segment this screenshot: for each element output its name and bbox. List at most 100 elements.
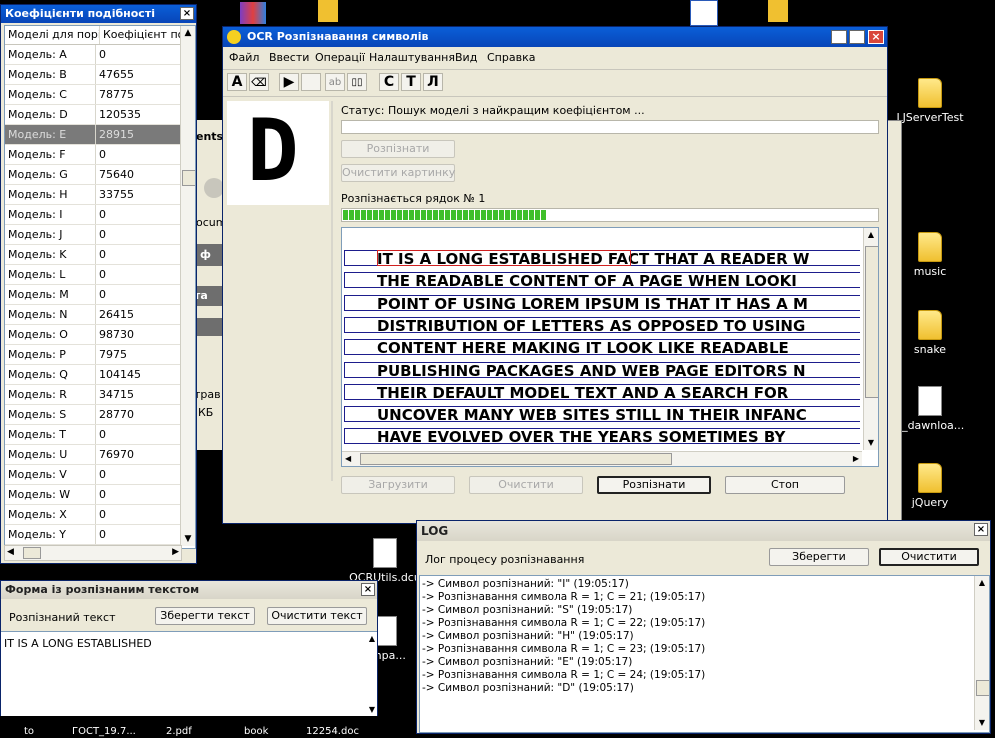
scroll-left-arrow-icon[interactable]: ◀ — [345, 452, 351, 466]
text-form-window[interactable]: Форма із розпізнаним текстом × Розпізнан… — [0, 580, 378, 716]
table-row[interactable]: Модель: S 28770 — [5, 405, 195, 425]
table-row[interactable]: Модель: Y0 — [5, 525, 195, 545]
bottom-label[interactable]: ГОСТ_19.7... — [72, 726, 136, 737]
clear-button[interactable]: Очистити — [469, 476, 583, 494]
table-row[interactable]: Модель: W0 — [5, 485, 195, 505]
scroll-down-arrow-icon[interactable]: ▼ — [864, 436, 878, 450]
table-row[interactable]: Модель: O 98730 — [5, 325, 195, 345]
scroll-up-arrow-icon[interactable]: ▲ — [975, 576, 989, 590]
ocr-titlebar[interactable]: OCR Розпізнавання символів × — [223, 27, 887, 47]
table-row[interactable]: Модель: B 47655 — [5, 65, 195, 85]
table-row[interactable]: Модель: N 26415 — [5, 305, 195, 325]
scroll-down-arrow-icon[interactable]: ▼ — [181, 532, 195, 546]
play-icon[interactable]: ▶ — [279, 73, 299, 91]
table-row[interactable]: Модель: R 34715 — [5, 385, 195, 405]
clear-text-button[interactable]: Очистити текст — [267, 607, 367, 625]
table-row[interactable]: Модель: K0 — [5, 245, 195, 265]
log-textarea[interactable]: -> Символ розпізнаний: "I" (19:05:17) -> … — [419, 575, 990, 733]
menu-help[interactable]: Справка — [487, 48, 535, 68]
similarity-grid[interactable]: Моделі для порівн Коефіцієнт поді Модель… — [4, 25, 196, 549]
table-row[interactable]: Модель: V0 — [5, 465, 195, 485]
desktop-icon-jquery[interactable]: jQuery — [890, 463, 970, 509]
load-button[interactable]: Загрузити — [341, 476, 455, 494]
bg-back-button[interactable] — [204, 178, 224, 198]
desktop-top-icon-word[interactable] — [690, 0, 718, 26]
scroll-right-arrow-icon[interactable]: ▶ — [853, 452, 859, 466]
save-text-button[interactable]: Зберегти текст — [155, 607, 255, 625]
table-row[interactable]: Модель: F0 — [5, 145, 195, 165]
scroll-right-arrow-icon[interactable]: ▶ — [172, 546, 179, 559]
recognize-button-top[interactable]: Розпізнати — [341, 140, 455, 158]
scroll-up-arrow-icon[interactable]: ▲ — [369, 634, 375, 643]
log-clear-button[interactable]: Очистити — [879, 548, 979, 566]
column-header[interactable]: Моделі для порівн — [5, 26, 100, 44]
recognized-text-box[interactable]: IT IS A LONG ESTABLISHED ▲ ▼ — [1, 631, 377, 716]
similarity-window[interactable]: Коефіцієнти подібності × Моделі для порі… — [0, 4, 197, 564]
table-row[interactable]: Модель: A0 — [5, 45, 195, 65]
table-row[interactable]: Модель: H 33755 — [5, 185, 195, 205]
table-row[interactable]: Модель: L0 — [5, 265, 195, 285]
scroll-up-arrow-icon[interactable]: ▲ — [181, 26, 195, 40]
desktop-top-icon-archive[interactable] — [240, 2, 266, 24]
desktop-icon-snake[interactable]: snake — [890, 310, 970, 356]
log-window[interactable]: LOG × Лог процесу розпізнавання Зберегти… — [416, 520, 991, 734]
table-row[interactable]: Модель: T0 — [5, 425, 195, 445]
recognize-button[interactable]: Розпізнати — [597, 476, 711, 494]
close-icon[interactable]: × — [361, 583, 375, 596]
table-row[interactable]: Модель: C 78775 — [5, 85, 195, 105]
log-save-button[interactable]: Зберегти — [769, 548, 869, 566]
scroll-left-arrow-icon[interactable]: ◀ — [7, 546, 14, 559]
l-icon[interactable]: Л — [423, 73, 443, 91]
menu-input[interactable]: Ввести — [269, 48, 309, 68]
menu-file[interactable]: Файл — [229, 48, 259, 68]
table-row[interactable]: Модель: G 75640 — [5, 165, 195, 185]
log-vertical-scrollbar[interactable]: ▲ ▼ — [974, 576, 989, 730]
columns-icon[interactable]: ▯▯ — [347, 73, 367, 91]
desktop-top-icon-folder[interactable] — [318, 0, 338, 22]
menu-settings[interactable]: Налаштування — [369, 48, 455, 68]
hscroll-thumb[interactable] — [23, 547, 41, 559]
table-row[interactable]: Модель: D 120535 — [5, 105, 195, 125]
maximize-icon[interactable] — [849, 30, 865, 44]
close-icon[interactable]: × — [868, 30, 884, 44]
bottom-label[interactable]: 2.pdf — [166, 726, 192, 737]
scroll-thumb[interactable] — [865, 246, 878, 398]
table-row[interactable]: Модель: I0 — [5, 205, 195, 225]
desktop-top-icon-folder-2[interactable] — [768, 0, 788, 22]
menu-operations[interactable]: Операції — [315, 48, 365, 68]
scroll-down-arrow-icon[interactable]: ▼ — [975, 716, 989, 730]
scroll-thumb[interactable] — [976, 680, 989, 696]
similarity-titlebar[interactable]: Коефіцієнти подібності × — [1, 5, 196, 23]
horizontal-scrollbar[interactable]: ◀ ▶ — [4, 545, 182, 561]
text-form-titlebar[interactable]: Форма із розпізнаним текстом × — [1, 581, 377, 599]
vertical-scrollbar[interactable]: ▲ ▼ — [180, 26, 195, 546]
bottom-label[interactable]: book — [244, 726, 268, 737]
table-row[interactable]: Модель: U 76970 — [5, 445, 195, 465]
ocr-window[interactable]: OCR Розпізнавання символів × Файл Ввести… — [222, 26, 888, 524]
clear-image-button[interactable]: Очистити картинку — [341, 164, 455, 182]
t-icon[interactable]: T — [401, 73, 421, 91]
table-row[interactable]: Модель: P 7975 — [5, 345, 195, 365]
table-row[interactable]: Модель: Q 104145 — [5, 365, 195, 385]
c-icon[interactable]: C — [379, 73, 399, 91]
stop-button[interactable]: Стоп — [725, 476, 845, 494]
menu-view[interactable]: Вид — [455, 48, 477, 68]
table-row[interactable]: Модель: E 28915 — [5, 125, 195, 145]
hscroll-thumb[interactable] — [360, 453, 672, 465]
table-row[interactable]: Модель: X0 — [5, 505, 195, 525]
close-icon[interactable]: × — [180, 7, 194, 20]
desktop-icon-music[interactable]: music — [890, 232, 970, 278]
text-vertical-scrollbar[interactable]: ▲ ▼ — [863, 228, 878, 450]
scroll-thumb[interactable] — [182, 170, 195, 186]
bottom-label[interactable]: 12254.doc — [306, 726, 359, 737]
table-row[interactable]: Модель: J0 — [5, 225, 195, 245]
desktop-icon-ljservertest[interactable]: LJServerTest — [890, 78, 970, 124]
blank-icon[interactable] — [301, 73, 321, 91]
desktop-icon-ocrutils[interactable]: OCRUtils.dcu — [345, 538, 425, 584]
desktop-icon-download[interactable]: k_dawnloa... — [890, 386, 970, 432]
image-text-area[interactable]: IT IS A LONG ESTABLISHED FACT THAT A REA… — [341, 227, 879, 467]
close-icon[interactable]: × — [974, 523, 988, 536]
text-horizontal-scrollbar[interactable]: ◀ ▶ — [342, 451, 862, 466]
column-header[interactable]: Коефіцієнт поді — [100, 26, 183, 44]
table-row[interactable]: Модель: M0 — [5, 285, 195, 305]
